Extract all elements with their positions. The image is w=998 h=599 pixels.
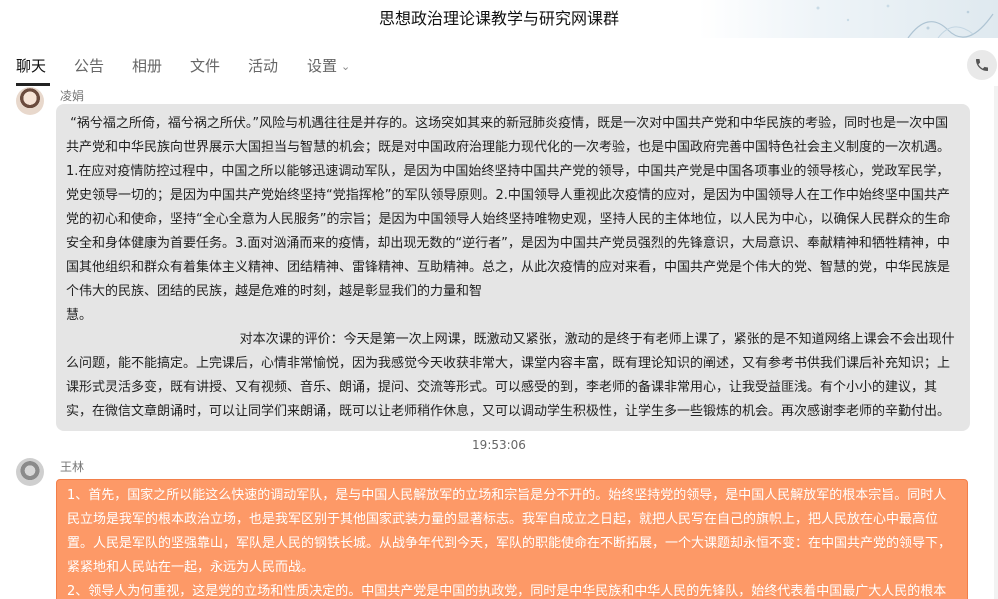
tab-settings-label: 设置 — [307, 57, 338, 75]
tab-album[interactable]: 相册 — [132, 48, 162, 84]
chevron-down-icon: ⌄ — [341, 60, 351, 73]
sender-name: 凌娟 — [60, 89, 85, 103]
tab-bar: 聊天 公告 相册 文件 活动 设置 ⌄ — [0, 48, 998, 86]
phone-icon — [976, 59, 988, 71]
message-bubble-highlighted: 1、首先，国家之所以能这么快速的调动军队，是与中国人民解放军的立场和宗旨是分不开… — [56, 479, 968, 599]
title-bar: 思想政治理论课教学与研究网课群 — [0, 0, 998, 38]
tab-announcements[interactable]: 公告 — [74, 48, 104, 84]
tab-activities[interactable]: 活动 — [248, 48, 278, 84]
chat-area[interactable]: 凌娟 “祸兮福之所倚，福兮祸之所伏。”风险与机遇往往是并存的。这场突如其来的新冠… — [0, 86, 998, 599]
tab-files[interactable]: 文件 — [190, 48, 220, 84]
message-bubble: “祸兮福之所倚，福兮祸之所伏。”风险与机遇往往是并存的。这场突如其来的新冠肺炎疫… — [56, 104, 970, 431]
call-button[interactable] — [967, 50, 997, 80]
avatar[interactable] — [16, 458, 44, 486]
tab-settings[interactable]: 设置 ⌄ — [307, 48, 350, 84]
sender-name: 王林 — [60, 460, 85, 474]
tab-chat[interactable]: 聊天 — [16, 48, 46, 84]
scrollbar-track[interactable] — [994, 86, 998, 599]
message-timestamp: 19:53:06 — [472, 438, 526, 452]
window-title: 思想政治理论课教学与研究网课群 — [378, 9, 619, 28]
avatar[interactable] — [16, 87, 44, 115]
